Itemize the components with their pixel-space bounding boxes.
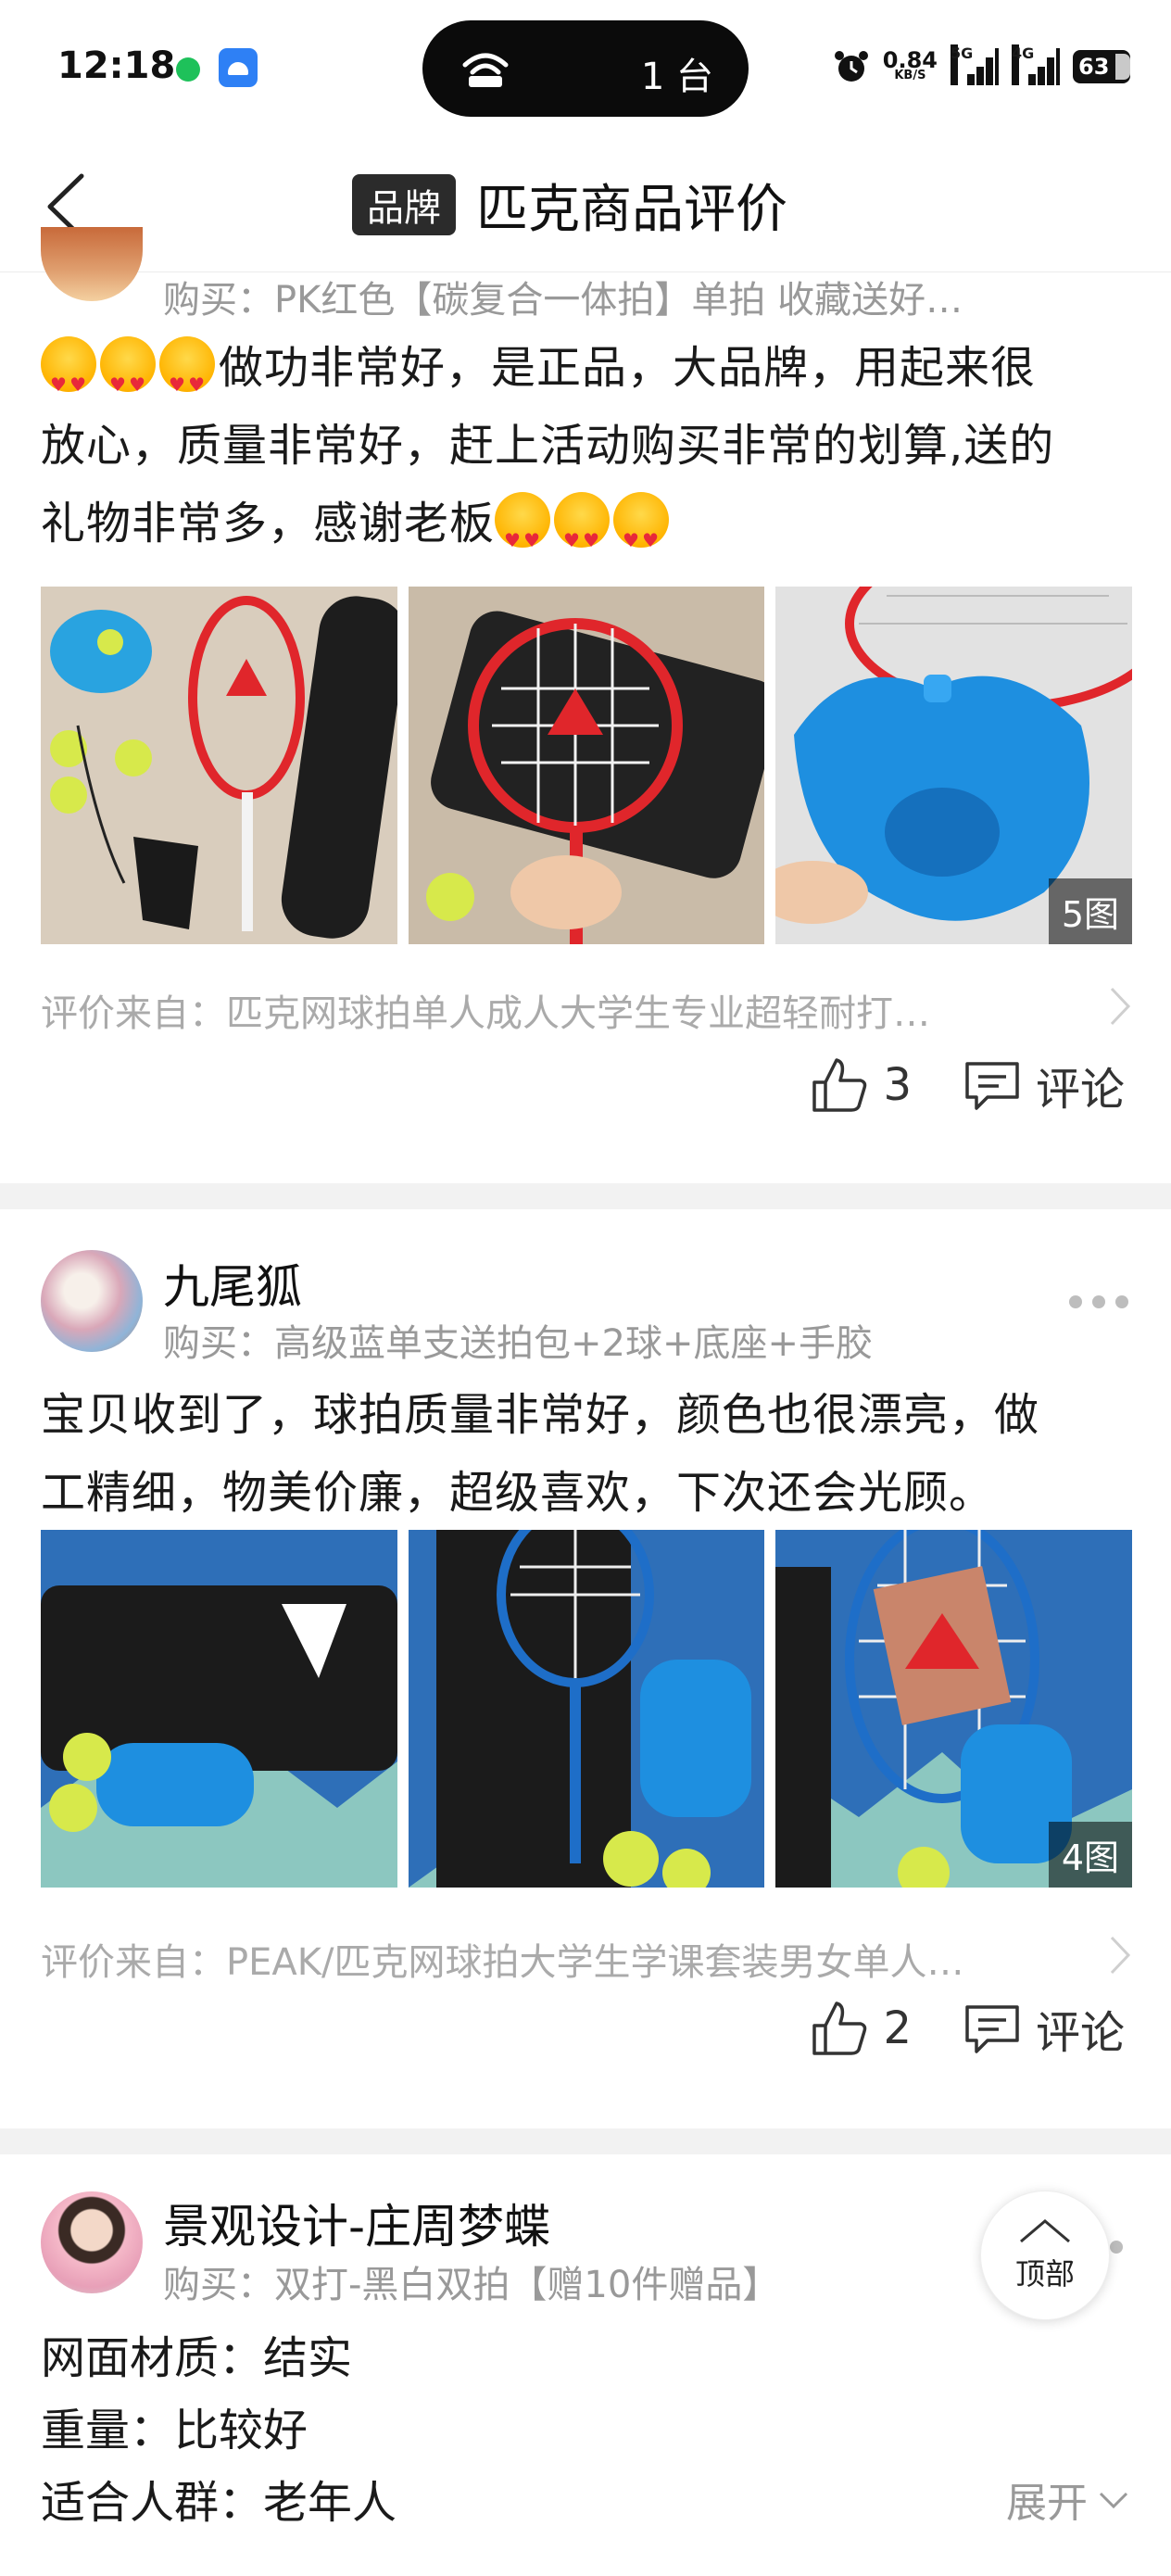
island-device-count: 1 台 bbox=[640, 56, 713, 98]
comment-icon bbox=[965, 2005, 1019, 2053]
attribute-label: 适合人群： bbox=[41, 2477, 264, 2529]
review-text[interactable]: 做功非常好，是正品，大品牌，用起来很 放心，质量非常好，赶上活动购买非常的划算,… bbox=[41, 329, 1134, 579]
attribute-label: 网面材质： bbox=[41, 2332, 264, 2384]
status-time: 12:18 bbox=[57, 44, 176, 87]
network-speed: 0.84 KB/S bbox=[883, 49, 938, 82]
status-bar: 12:18 1 台 0.84 KB/S 5G 4G 63 bbox=[0, 0, 1171, 137]
android-app-notification-icon bbox=[219, 48, 258, 87]
page-title: 匹克商品评价 bbox=[476, 179, 787, 240]
like-button[interactable]: 3 bbox=[811, 1056, 912, 1114]
heart-eyes-emoji-icon bbox=[100, 336, 156, 423]
signal-4g-label: 4G bbox=[1012, 44, 1034, 85]
heart-eyes-emoji-icon bbox=[159, 336, 215, 423]
review-photos: 5图 bbox=[41, 587, 1133, 944]
review-attribute-mesh: 网面材质：结实 bbox=[41, 2321, 352, 2386]
review-text-line: 工精细，物美价廉，超级喜欢，下次还会光顾。 bbox=[41, 1467, 995, 1519]
battery-level: 63 bbox=[1078, 54, 1110, 80]
review-text-line: 宝贝收到了，球拍质量非常好，颜色也很漂亮，做 bbox=[41, 1389, 1040, 1441]
purchase-info: 购买：高级蓝单支送拍包+2球+底座+手胶 bbox=[163, 1322, 873, 1365]
chevron-down-icon bbox=[1099, 2492, 1128, 2509]
like-count: 2 bbox=[883, 2002, 912, 2054]
signal-5g-label: 5G bbox=[951, 44, 973, 85]
attribute-label: 重量： bbox=[41, 2405, 175, 2456]
avatar[interactable] bbox=[41, 2191, 143, 2293]
status-icons: 0.84 KB/S 5G 4G 63 bbox=[833, 44, 1130, 89]
heart-eyes-emoji-icon bbox=[41, 336, 96, 423]
purchase-info: 购买：双打-黑白双拍【赠10件赠品】 bbox=[163, 2264, 780, 2306]
review-photo[interactable] bbox=[41, 587, 397, 944]
review-line-1: 做功非常好，是正品，大品牌，用起来很 bbox=[41, 329, 1134, 423]
avatar[interactable] bbox=[41, 1250, 143, 1352]
heart-eyes-emoji-icon bbox=[554, 492, 611, 579]
review-card: 九尾狐 购买：高级蓝单支送拍包+2球+底座+手胶 宝贝收到了，球拍质量非常好，颜… bbox=[0, 1209, 1171, 2128]
comment-label: 评论 bbox=[1035, 2007, 1125, 2059]
battery-icon: 63 bbox=[1073, 50, 1130, 83]
review-text-line: 礼物非常多，感谢老板 bbox=[41, 498, 496, 549]
alarm-icon bbox=[834, 51, 868, 82]
chevron-up-icon bbox=[1020, 2219, 1070, 2243]
avatar[interactable] bbox=[41, 227, 143, 301]
chevron-right-icon bbox=[1110, 987, 1131, 1026]
expand-button[interactable]: 展开 bbox=[1006, 2469, 1130, 2529]
review-attribute-weight: 重量：比较好 bbox=[41, 2393, 308, 2458]
more-options-button[interactable] bbox=[1110, 2238, 1128, 2256]
comment-button[interactable]: 评论 bbox=[963, 1996, 1125, 2061]
purchase-info: 购买：PK红色【碳复合一体拍】单拍 收藏送好… bbox=[163, 279, 963, 322]
review-actions: 2 评论 bbox=[811, 1995, 1125, 2062]
review-text-line: 做功非常好，是正品，大品牌，用起来很 bbox=[219, 342, 1037, 394]
chat-app-notification-icon bbox=[176, 57, 200, 82]
like-button[interactable]: 2 bbox=[811, 2000, 912, 2057]
review-card: 购买：PK红色【碳复合一体拍】单拍 收藏送好… 做功非常好，是正品，大品牌，用起… bbox=[0, 227, 1171, 1183]
review-source[interactable]: 评价来自：PEAK/匹克网球拍大学生学课套装男女单人… bbox=[41, 1932, 1138, 1986]
comment-button[interactable]: 评论 bbox=[963, 1053, 1125, 1118]
review-photo[interactable]: 4图 bbox=[775, 1530, 1133, 1888]
username[interactable]: 九尾狐 bbox=[163, 1250, 302, 1317]
dynamic-island[interactable]: 1 台 bbox=[422, 20, 749, 117]
card-divider bbox=[0, 2128, 1171, 2154]
nav-title-group: 品牌 匹克商品评价 bbox=[352, 170, 787, 240]
attribute-value: 比较好 bbox=[174, 2405, 308, 2456]
back-to-top-label: 顶部 bbox=[1014, 2256, 1075, 2292]
review-photos: 4图 bbox=[41, 1530, 1133, 1888]
expand-label: 展开 bbox=[1006, 2480, 1088, 2527]
review-text[interactable]: 宝贝收到了，球拍质量非常好，颜色也很漂亮，做 工精细，物美价廉，超级喜欢，下次还… bbox=[41, 1376, 1134, 1532]
attribute-value: 结实 bbox=[263, 2332, 353, 2384]
photo-count-badge: 4图 bbox=[1048, 1822, 1133, 1888]
signal-4g-icon: 4G bbox=[1012, 44, 1060, 85]
heart-eyes-emoji-icon bbox=[495, 492, 551, 579]
hotspot-icon bbox=[462, 53, 509, 87]
thumbs-up-icon bbox=[812, 2001, 867, 2055]
review-photo[interactable] bbox=[408, 1530, 765, 1888]
more-options-button[interactable] bbox=[1069, 1293, 1128, 1311]
like-count: 3 bbox=[883, 1059, 912, 1111]
brand-tag: 品牌 bbox=[352, 174, 456, 235]
comment-icon bbox=[965, 1062, 1019, 1110]
signal-5g-icon: 5G bbox=[951, 44, 999, 85]
review-source[interactable]: 评价来自：匹克网球拍单人成人大学生专业超轻耐打… bbox=[41, 983, 1138, 1037]
heart-eyes-emoji-icon bbox=[613, 492, 670, 579]
review-actions: 3 评论 bbox=[811, 1052, 1125, 1118]
review-photo[interactable] bbox=[41, 1530, 397, 1888]
thumbs-up-icon bbox=[812, 1058, 867, 1112]
review-photo[interactable] bbox=[408, 587, 765, 944]
nav-bar: 品牌 匹克商品评价 bbox=[0, 137, 1171, 272]
attribute-value: 老年人 bbox=[263, 2477, 397, 2529]
review-attribute-audience: 适合人群：老年人 bbox=[41, 2466, 397, 2531]
back-to-top-button[interactable]: 顶部 bbox=[980, 2191, 1110, 2320]
review-photo[interactable]: 5图 bbox=[775, 587, 1133, 944]
username[interactable]: 景观设计-庄周梦蝶 bbox=[163, 2190, 550, 2256]
review-line-3: 礼物非常多，感谢老板 bbox=[41, 485, 1134, 579]
comment-label: 评论 bbox=[1035, 1064, 1125, 1116]
photo-count-badge: 5图 bbox=[1048, 878, 1133, 944]
chevron-right-icon bbox=[1110, 1936, 1131, 1975]
card-divider bbox=[0, 1183, 1171, 1209]
